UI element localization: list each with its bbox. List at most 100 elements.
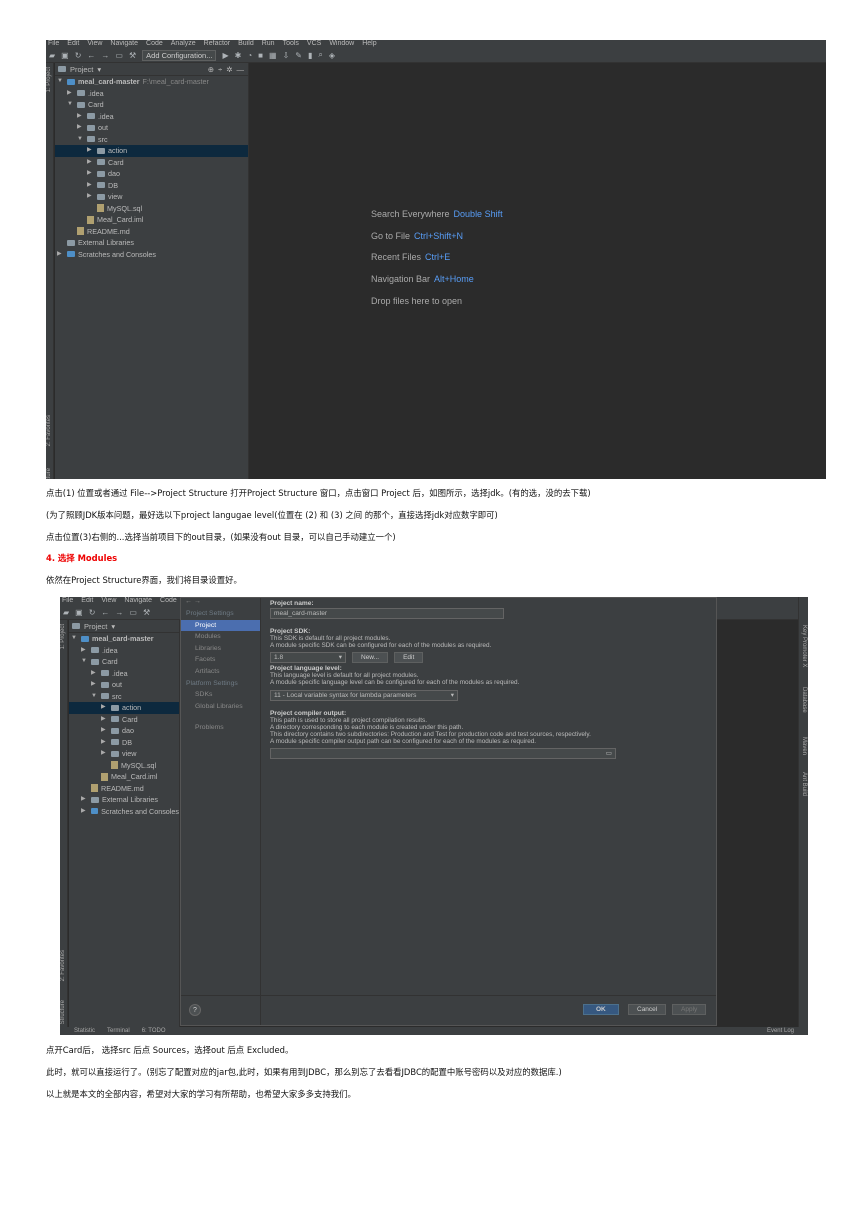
stop-icon[interactable]: ■: [258, 51, 263, 60]
tree-row-idea[interactable]: ▶ .idea: [69, 645, 179, 657]
tab-key-promoter[interactable]: Key Promoter X: [801, 625, 807, 667]
vcs-icon[interactable]: ▮: [308, 51, 312, 60]
menu-build[interactable]: Build: [238, 40, 254, 48]
project-name-input[interactable]: meal_card-master: [270, 608, 504, 619]
tree-row-readme[interactable]: README.md: [69, 783, 179, 795]
tab-event-log[interactable]: Event Log: [767, 1027, 794, 1035]
sdk-edit-button[interactable]: Edit: [394, 652, 424, 663]
menu-view[interactable]: View: [87, 40, 102, 48]
project-structure-icon[interactable]: ▦: [269, 51, 277, 60]
tree-row-idea[interactable]: ▶ .idea: [55, 88, 248, 100]
tree-row-src[interactable]: ▼ src: [69, 691, 179, 703]
nav-item-artifacts[interactable]: Artifacts: [181, 666, 260, 678]
sync-icon[interactable]: ↻: [75, 51, 82, 60]
tree-row-card-pkg[interactable]: ▶ Card: [69, 714, 179, 726]
tree-row-dao[interactable]: ▶ dao: [55, 168, 248, 180]
layout-icon[interactable]: ▭: [129, 608, 137, 617]
collapse-icon[interactable]: ÷: [218, 65, 222, 74]
menu-code[interactable]: Code: [160, 597, 177, 605]
back-icon[interactable]: ←: [87, 51, 95, 60]
tree-row-root[interactable]: ▼ meal_card-master F:\meal_card-master: [55, 76, 248, 88]
sdk-icon[interactable]: ⇩: [283, 51, 290, 60]
menu-window[interactable]: Window: [329, 40, 354, 48]
menu-file[interactable]: File: [62, 597, 73, 605]
menu-navigate[interactable]: Navigate: [124, 597, 152, 605]
tab-ant-build[interactable]: Ant Build: [801, 772, 807, 796]
tree-row-iml[interactable]: Meal_Card.iml: [55, 214, 248, 226]
tab-maven[interactable]: Maven: [801, 737, 807, 755]
nav-item-project[interactable]: Project: [181, 619, 260, 632]
tree-row-card[interactable]: ▼ Card: [55, 99, 248, 111]
save-icon[interactable]: ▣: [61, 51, 69, 60]
tree-row-card-idea[interactable]: ▶ .idea: [55, 111, 248, 123]
tree-row-readme[interactable]: README.md: [55, 226, 248, 238]
tree-row-scratches[interactable]: ▶ Scratches and Consoles: [55, 249, 248, 261]
tree-row-view[interactable]: ▶ view: [69, 748, 179, 760]
menu-tools[interactable]: Tools: [283, 40, 299, 48]
coverage-icon[interactable]: ◔: [247, 51, 252, 60]
sync-icon[interactable]: ↻: [89, 608, 96, 617]
run-icon[interactable]: ▶: [222, 51, 228, 60]
browse-folder-icon[interactable]: ▭: [606, 749, 612, 758]
menu-vcs[interactable]: VCS: [307, 40, 321, 48]
tree-row-external[interactable]: External Libraries: [55, 237, 248, 249]
menu-code[interactable]: Code: [146, 40, 163, 48]
search-icon[interactable]: ⌕: [318, 50, 322, 60]
cancel-button[interactable]: Cancel: [628, 1004, 667, 1015]
menu-file[interactable]: File: [48, 40, 59, 48]
tree-row-action[interactable]: ▶ action: [69, 702, 179, 714]
debug-icon[interactable]: ✱: [235, 51, 242, 60]
tree-row-view[interactable]: ▶ view: [55, 191, 248, 203]
open-folder-icon[interactable]: ▰: [63, 608, 69, 617]
tree-row-card-pkg[interactable]: ▶ Card: [55, 157, 248, 169]
open-folder-icon[interactable]: ▰: [49, 51, 55, 60]
tree-row-out[interactable]: ▶ out: [55, 122, 248, 134]
tree-row-src[interactable]: ▼ src: [55, 134, 248, 146]
layout-icon[interactable]: ▭: [115, 51, 123, 60]
tree-row-root[interactable]: ▼ meal_card-master: [69, 633, 179, 645]
ok-button[interactable]: OK: [583, 1004, 619, 1015]
dropdown-arrow-icon[interactable]: ▾: [97, 65, 101, 74]
sdk-select[interactable]: 1.8 ▾: [270, 652, 346, 663]
dropdown-arrow-icon[interactable]: ▾: [111, 622, 115, 631]
project-panel-title[interactable]: Project: [70, 65, 93, 74]
build-hammer-icon[interactable]: ⚒: [129, 51, 136, 60]
nav-item-sdks[interactable]: SDKs: [181, 689, 260, 701]
sdk-new-button[interactable]: New...: [352, 652, 389, 663]
tab-terminal[interactable]: Terminal: [107, 1027, 130, 1035]
wrench-icon[interactable]: ✎: [295, 51, 302, 60]
nav-forward-icon[interactable]: →: [194, 598, 201, 605]
tree-row-out[interactable]: ▶ out: [69, 679, 179, 691]
apply-button[interactable]: Apply: [672, 1004, 707, 1015]
help-icon[interactable]: ?: [189, 1004, 201, 1016]
nav-item-facets[interactable]: Facets: [181, 654, 260, 666]
gear-icon[interactable]: ✲: [226, 65, 232, 74]
tree-row-iml[interactable]: Meal_Card.iml: [69, 771, 179, 783]
tree-row-card-idea[interactable]: ▶ .idea: [69, 668, 179, 680]
tab-todo[interactable]: 6: TODO: [142, 1027, 166, 1035]
forward-icon[interactable]: →: [115, 608, 123, 617]
back-icon[interactable]: ←: [101, 608, 109, 617]
tree-row-action[interactable]: ▶ action: [55, 145, 248, 157]
minimize-icon[interactable]: —: [237, 65, 245, 74]
forward-icon[interactable]: →: [101, 51, 109, 60]
language-level-select[interactable]: 11 - Local variable syntax for lambda pa…: [270, 690, 458, 701]
tab-project[interactable]: 1: Project: [46, 67, 54, 92]
menu-run[interactable]: Run: [262, 40, 275, 48]
tab-favorites[interactable]: 2: Favorites: [46, 415, 54, 446]
tab-structure[interactable]: Structure: [60, 1000, 68, 1024]
tab-favorites[interactable]: 2: Favorites: [60, 950, 68, 981]
tree-row-card[interactable]: ▼ Card: [69, 656, 179, 668]
menu-edit[interactable]: Edit: [67, 40, 79, 48]
project-panel-title[interactable]: Project: [84, 622, 107, 631]
tab-statistic[interactable]: Statistic: [74, 1027, 95, 1035]
menu-navigate[interactable]: Navigate: [110, 40, 138, 48]
tree-row-external[interactable]: ▶ External Libraries: [69, 794, 179, 806]
nav-item-problems[interactable]: Problems: [181, 722, 260, 734]
save-icon[interactable]: ▣: [75, 608, 83, 617]
compiler-output-input[interactable]: ▭: [270, 748, 616, 759]
tree-row-mysql[interactable]: MySQL.sql: [55, 203, 248, 215]
tab-structure[interactable]: Structure: [46, 468, 54, 479]
tree-row-dao[interactable]: ▶ dao: [69, 725, 179, 737]
plugin-icon[interactable]: ◈: [329, 51, 335, 60]
